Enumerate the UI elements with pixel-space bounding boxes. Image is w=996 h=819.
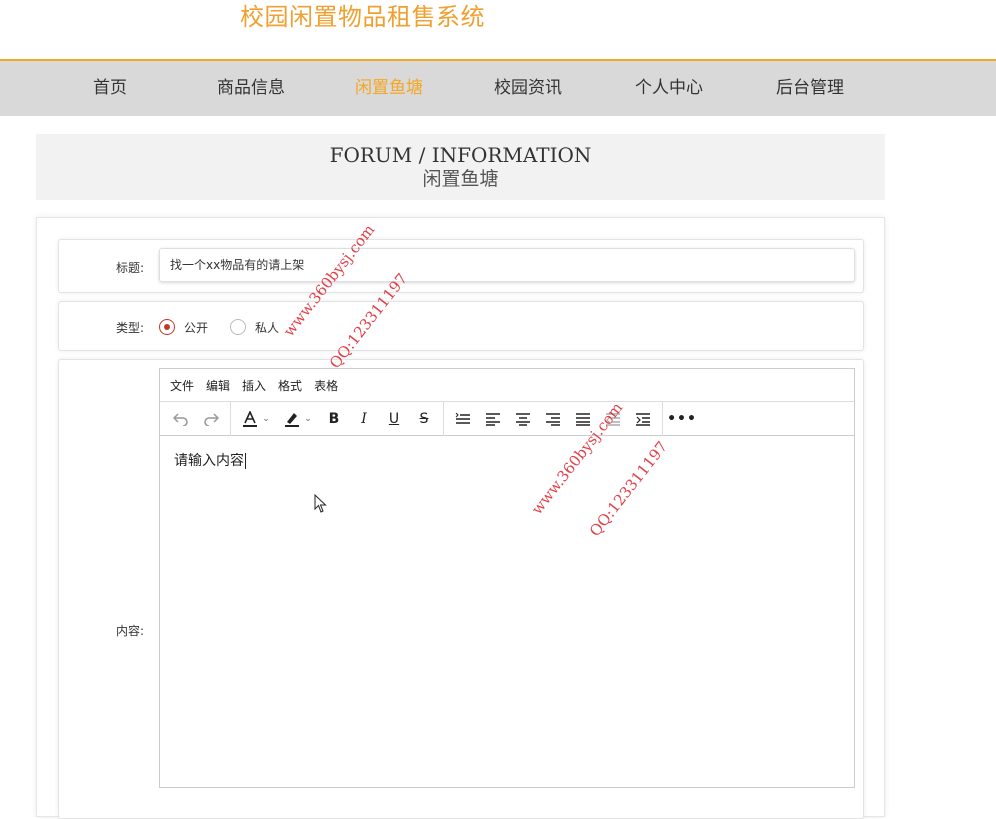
type-radio-private-label: 私人 <box>255 320 280 335</box>
title-input[interactable]: 找一个xx物品有的请上架 <box>159 248 855 282</box>
title-row: 标题: 找一个xx物品有的请上架 <box>58 239 864 293</box>
text-caret <box>245 453 246 469</box>
editor-content-area[interactable]: 请输入内容 <box>160 436 854 484</box>
title-label: 标题: <box>115 261 144 275</box>
font-color-icon[interactable]: ⌄ <box>235 406 277 432</box>
editor-toolbar: ⌄ ⌄ B I U S ••• <box>160 401 854 436</box>
italic-icon[interactable]: I <box>349 406 379 432</box>
banner-chinese-title: 闲置鱼塘 <box>422 168 499 190</box>
nav-profile[interactable]: 个人中心 <box>609 61 729 116</box>
section-banner: FORUM / INFORMATION 闲置鱼塘 <box>36 134 885 200</box>
chevron-down-icon: ⌄ <box>262 413 270 424</box>
type-label: 类型: <box>115 321 144 335</box>
nav-home[interactable]: 首页 <box>50 61 170 116</box>
type-radio-private[interactable]: 私人 <box>230 319 279 335</box>
menu-insert[interactable]: 插入 <box>242 377 266 394</box>
type-radio-public-label: 公开 <box>184 320 209 335</box>
highlight-icon[interactable]: ⌄ <box>277 406 319 432</box>
undo-icon[interactable] <box>166 406 196 432</box>
more-icon[interactable]: ••• <box>667 406 697 432</box>
indent-icon[interactable] <box>628 406 658 432</box>
menu-format[interactable]: 格式 <box>278 377 302 394</box>
align-center-icon[interactable] <box>508 406 538 432</box>
menu-table[interactable]: 表格 <box>314 377 338 394</box>
nav-admin[interactable]: 后台管理 <box>750 61 870 116</box>
radio-unchecked-icon <box>230 319 246 335</box>
editor-placeholder: 请输入内容 <box>174 453 244 469</box>
line-height-icon[interactable] <box>448 406 478 432</box>
underline-icon[interactable]: U <box>379 406 409 432</box>
banner-english-title: FORUM / INFORMATION <box>329 143 592 167</box>
nav-products[interactable]: 商品信息 <box>191 61 311 116</box>
content-label: 内容: <box>115 624 144 638</box>
content-row: 内容: 文件 编辑 插入 格式 表格 ⌄ ⌄ B I U S ••• 请输入内容 <box>58 359 864 819</box>
rich-text-editor: 文件 编辑 插入 格式 表格 ⌄ ⌄ B I U S ••• 请输入内容 <box>159 368 855 788</box>
editor-menubar: 文件 编辑 插入 格式 表格 <box>160 369 854 402</box>
menu-edit[interactable]: 编辑 <box>206 377 230 394</box>
strikethrough-icon[interactable]: S <box>409 406 439 432</box>
bold-icon[interactable]: B <box>319 406 349 432</box>
nav-forum[interactable]: 闲置鱼塘 <box>329 61 449 116</box>
site-title: 校园闲置物品租售系统 <box>240 3 485 31</box>
align-left-icon[interactable] <box>478 406 508 432</box>
type-radio-public[interactable]: 公开 <box>159 319 208 335</box>
type-row: 类型: 公开 私人 <box>58 301 864 351</box>
align-right-icon[interactable] <box>538 406 568 432</box>
mouse-cursor-icon <box>314 494 327 513</box>
main-nav: 首页 商品信息 闲置鱼塘 校园资讯 个人中心 后台管理 <box>0 59 996 116</box>
redo-icon[interactable] <box>196 406 226 432</box>
nav-news[interactable]: 校园资讯 <box>468 61 588 116</box>
menu-file[interactable]: 文件 <box>170 377 194 394</box>
chevron-down-icon: ⌄ <box>304 413 312 424</box>
post-form: 标题: 找一个xx物品有的请上架 类型: 公开 私人 内容: 文件 编辑 插入 … <box>36 217 885 819</box>
radio-checked-icon <box>159 319 175 335</box>
